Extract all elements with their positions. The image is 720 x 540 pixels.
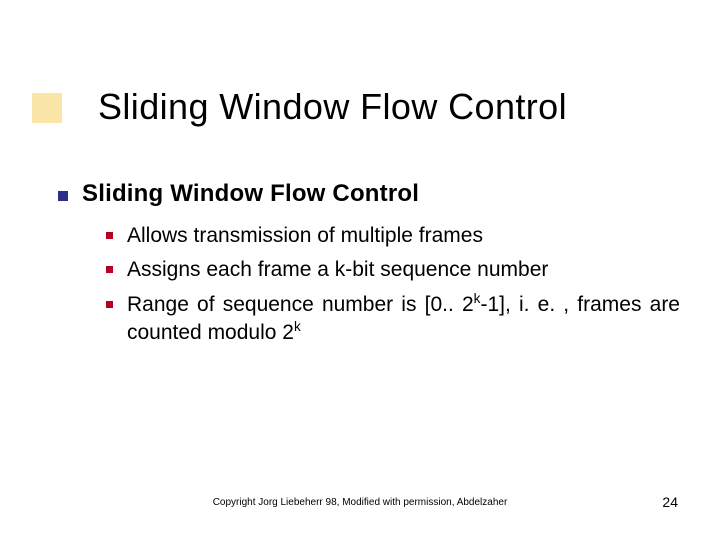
point-text: Assigns each frame a k-bit sequence numb… [127, 256, 680, 284]
slide-title: Sliding Window Flow Control [98, 86, 567, 128]
square-bullet-icon [106, 232, 113, 239]
square-bullet-icon [58, 191, 68, 201]
sub-bullets: Allows transmission of multiple frames A… [106, 222, 680, 347]
list-item: Assigns each frame a k-bit sequence numb… [106, 256, 680, 284]
page-number: 24 [662, 494, 678, 510]
slide: Sliding Window Flow Control Sliding Wind… [0, 0, 720, 540]
square-bullet-icon [106, 266, 113, 273]
list-item: Allows transmission of multiple frames [106, 222, 680, 250]
accent-square [32, 93, 62, 123]
heading-text: Sliding Window Flow Control [82, 180, 419, 208]
bullet-level1: Sliding Window Flow Control [58, 180, 680, 208]
point-text: Allows transmission of multiple frames [127, 222, 680, 250]
slide-body: Sliding Window Flow Control Allows trans… [58, 180, 680, 353]
list-item: Range of sequence number is [0.. 2k-1], … [106, 291, 680, 348]
copyright-footer: Copyright Jorg Liebeherr 98, Modified wi… [0, 497, 720, 508]
square-bullet-icon [106, 301, 113, 308]
point-text: Range of sequence number is [0.. 2k-1], … [127, 291, 680, 348]
